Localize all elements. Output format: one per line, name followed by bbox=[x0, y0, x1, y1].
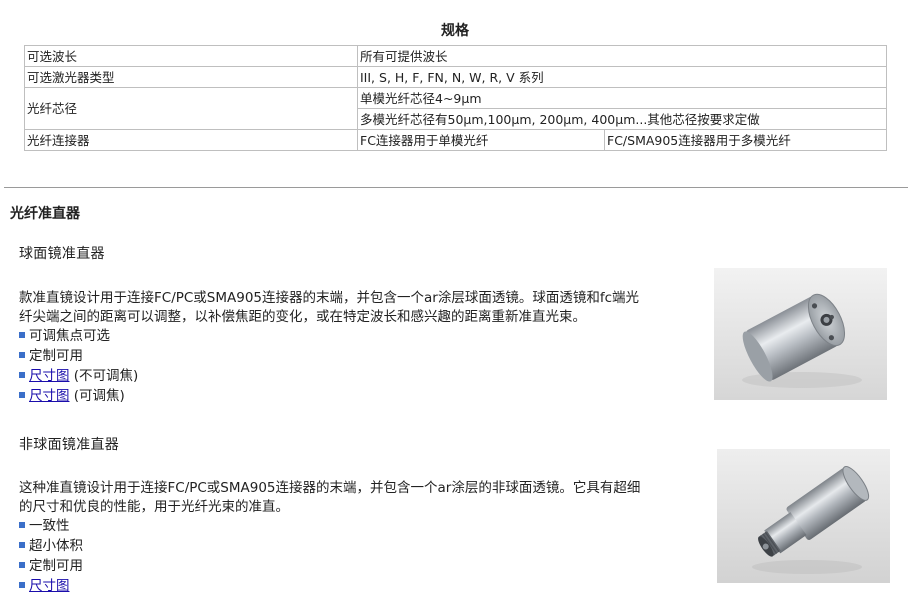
bullet-square-icon bbox=[19, 562, 25, 568]
aspheric-collimator-photo bbox=[717, 449, 890, 583]
spec-label: 光纤连接器 bbox=[24, 129, 358, 151]
bullet-square-icon bbox=[19, 352, 25, 358]
spherical-description-line: 款准直镜设计用于连接FC/PC或SMA905连接器的末端，并包含一个ar涂层球面… bbox=[19, 290, 640, 306]
list-item: 尺寸图 bbox=[19, 576, 70, 596]
spec-value: 所有可提供波长 bbox=[357, 45, 887, 67]
bullet-square-icon bbox=[19, 522, 25, 528]
divider bbox=[4, 187, 908, 188]
bullet-square-icon bbox=[19, 542, 25, 548]
bullet-square-icon bbox=[19, 372, 25, 378]
aspheric-collimator-title: 非球面镜准直器 bbox=[19, 437, 120, 453]
table-row: 光纤芯径 单模光纤芯径4~9μm bbox=[24, 87, 887, 130]
spec-label: 光纤芯径 bbox=[24, 87, 358, 130]
list-item: 超小体积 bbox=[19, 536, 83, 556]
aspheric-description-line: 这种准直镜设计用于连接FC/PC或SMA905连接器的末端，并包含一个ar涂层的… bbox=[19, 480, 641, 496]
spec-label: 可选激光器类型 bbox=[24, 66, 358, 88]
spec-value: 多模光纤芯径有50μm,100μm, 200μm, 400μm...其他芯径按要… bbox=[357, 108, 887, 130]
spec-value: FC/SMA905连接器用于多模光纤 bbox=[604, 129, 887, 151]
list-item: 尺寸图 (不可调焦) bbox=[19, 366, 138, 386]
collimator-photo-image bbox=[717, 449, 890, 583]
dimension-drawing-link[interactable]: 尺寸图 bbox=[29, 578, 70, 594]
table-row: 光纤连接器 FC连接器用于单模光纤 FC/SMA905连接器用于多模光纤 bbox=[24, 129, 887, 151]
dimension-drawing-link[interactable]: 尺寸图 bbox=[29, 388, 70, 404]
bullet-square-icon bbox=[19, 392, 25, 398]
section-title: 光纤准直器 bbox=[10, 206, 80, 222]
spec-table: 可选波长 所有可提供波长 可选激光器类型 III, S, H, F, FN, N… bbox=[24, 45, 887, 151]
spec-value: III, S, H, F, FN, N, W, R, V 系列 bbox=[357, 66, 887, 88]
collimator-photo-image bbox=[714, 268, 887, 400]
bullet-square-icon bbox=[19, 332, 25, 338]
list-item: 可调焦点可选 bbox=[19, 326, 110, 346]
bullet-square-icon bbox=[19, 582, 25, 588]
spec-label: 可选波长 bbox=[24, 45, 358, 67]
spherical-description-line: 纤尖端之间的距离可以调整，以补偿焦距的变化，或在特定波长和感兴趣的距离重新准直光… bbox=[19, 309, 586, 325]
list-item: 尺寸图 (可调焦) bbox=[19, 386, 125, 406]
list-item: 一致性 bbox=[19, 516, 70, 536]
table-row: 可选激光器类型 III, S, H, F, FN, N, W, R, V 系列 bbox=[24, 66, 887, 88]
list-item: 定制可用 bbox=[19, 346, 83, 366]
list-item: 定制可用 bbox=[19, 556, 83, 576]
aspheric-description-line: 的尺寸和优良的性能，用于光纤光束的准直。 bbox=[19, 499, 289, 515]
spec-value: 单模光纤芯径4~9μm bbox=[357, 87, 887, 109]
spec-value: FC连接器用于单模光纤 bbox=[357, 129, 605, 151]
table-row: 可选波长 所有可提供波长 bbox=[24, 45, 887, 67]
dimension-drawing-link[interactable]: 尺寸图 bbox=[29, 368, 70, 384]
spec-title: 规格 bbox=[441, 23, 469, 39]
spherical-collimator-photo bbox=[714, 268, 887, 400]
spherical-collimator-title: 球面镜准直器 bbox=[19, 246, 105, 262]
